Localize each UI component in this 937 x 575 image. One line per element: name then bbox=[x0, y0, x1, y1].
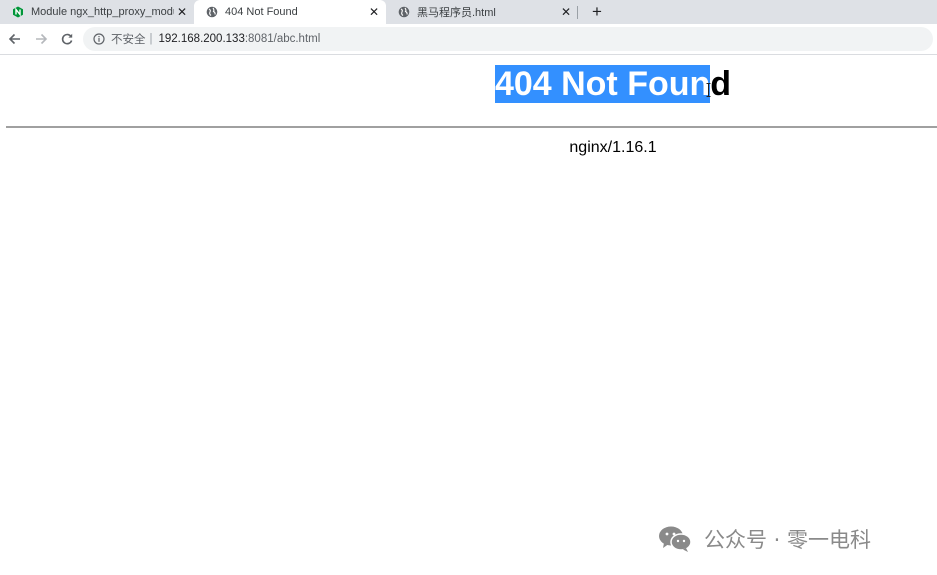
url-path: :8081/abc.html bbox=[244, 33, 321, 45]
close-icon[interactable]: ✕ bbox=[366, 5, 382, 19]
forward-button[interactable] bbox=[30, 28, 52, 50]
wechat-icon bbox=[659, 526, 692, 552]
tab-title: 黑马程序员.html bbox=[417, 7, 496, 19]
reload-icon bbox=[61, 33, 73, 45]
globe-icon bbox=[398, 6, 410, 18]
reload-button[interactable] bbox=[56, 28, 78, 50]
page-title: 404 Not Found bbox=[0, 62, 937, 106]
tab-separator bbox=[577, 6, 578, 19]
tab-heima-html[interactable]: 黑马程序员.html ✕ bbox=[386, 0, 578, 24]
globe-icon bbox=[206, 6, 218, 18]
separator: | bbox=[149, 33, 153, 45]
security-label: 不安全 bbox=[111, 34, 146, 46]
watermark: 公众号 · 零一电科 bbox=[658, 524, 871, 554]
url-host: 192.168.200.133 bbox=[158, 33, 245, 45]
new-tab-button[interactable]: + bbox=[586, 0, 608, 24]
tab-title: 404 Not Found bbox=[225, 6, 298, 18]
info-icon[interactable] bbox=[93, 33, 105, 45]
selected-text: 404 Not Foun bbox=[494, 65, 711, 103]
tab-strip: Module ngx_http_proxy_modu ✕ 404 Not Fou… bbox=[0, 0, 937, 24]
tab-proxy-module[interactable]: Module ngx_http_proxy_modu ✕ bbox=[0, 0, 194, 24]
tab-title: Module ngx_http_proxy_modu bbox=[31, 6, 174, 18]
tab-404-not-found[interactable]: 404 Not Found ✕ bbox=[194, 0, 386, 24]
address-bar[interactable]: 不安全 | 192.168.200.133 :8081/abc.html bbox=[83, 27, 933, 51]
watermark-text: 公众号 · 零一电科 bbox=[704, 528, 872, 552]
back-arrow-icon bbox=[8, 33, 20, 45]
close-icon[interactable]: ✕ bbox=[558, 5, 574, 19]
nginx-icon bbox=[13, 6, 23, 18]
close-icon[interactable]: ✕ bbox=[174, 5, 190, 19]
server-signature: nginx/1.16.1 bbox=[569, 139, 657, 156]
back-button[interactable] bbox=[4, 28, 26, 50]
text-cursor-icon bbox=[706, 83, 711, 97]
forward-arrow-icon bbox=[36, 33, 48, 45]
horizontal-rule bbox=[6, 126, 937, 128]
browser-toolbar: 不安全 | 192.168.200.133 :8081/abc.html bbox=[0, 24, 937, 55]
unselected-text: d bbox=[710, 65, 732, 103]
